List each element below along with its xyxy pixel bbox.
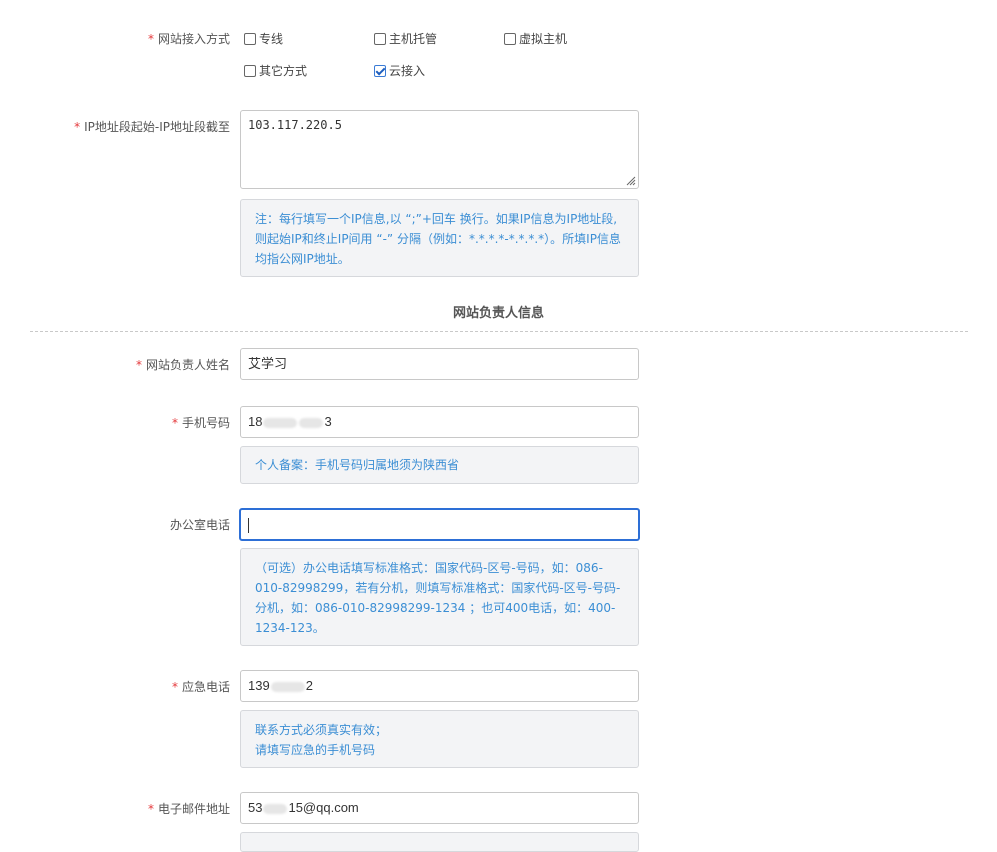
checkbox-label: 其它方式 xyxy=(259,64,308,78)
text-caret xyxy=(248,518,249,534)
mobile-input[interactable]: 18 3 xyxy=(240,406,639,438)
note-line: 请填写应急的手机号码 xyxy=(255,743,376,757)
ip-range-textarea[interactable]: 103.117.220.5 xyxy=(240,110,639,189)
mobile-value-start: 18 xyxy=(248,414,263,429)
required-mark: * xyxy=(147,802,154,816)
office-phone-note: （可选）办公电话填写标准格式：国家代码-区号-号码，如：086-010-8299… xyxy=(240,548,639,646)
email-note-partial xyxy=(240,832,639,852)
email-value-start: 53 xyxy=(248,800,263,815)
office-phone-input[interactable] xyxy=(239,508,640,541)
required-mark: * xyxy=(147,32,154,46)
emergency-value-start: 139 xyxy=(248,678,270,693)
checkbox-hosting[interactable]: 主机托管 xyxy=(374,30,437,47)
checkbox-other[interactable]: 其它方式 xyxy=(244,62,307,79)
ip-range-value: 103.117.220.5 xyxy=(248,118,342,132)
resize-handle-icon[interactable] xyxy=(626,176,636,186)
redaction-blur xyxy=(270,681,305,692)
redaction-blur xyxy=(263,417,298,428)
redaction-blur xyxy=(299,417,324,428)
office-phone-label: 办公室电话 xyxy=(169,518,230,532)
ip-range-label: * IP地址段起始-IP地址段截至 xyxy=(74,120,230,134)
mobile-label: * 手机号码 xyxy=(171,416,230,430)
required-mark: * xyxy=(74,120,81,134)
emergency-phone-label: * 应急电话 xyxy=(171,680,230,694)
checkbox-checked-icon[interactable] xyxy=(374,64,386,77)
ip-range-note: 注：每行填写一个IP信息,以 “;”+回车 换行。如果IP信息为IP地址段,则起… xyxy=(240,199,639,277)
section-divider xyxy=(30,331,968,332)
checkbox-cloud-access[interactable]: 云接入 xyxy=(374,62,425,79)
mobile-note: 个人备案：手机号码归属地须为陕西省 xyxy=(240,446,639,484)
checkbox-icon[interactable] xyxy=(504,32,516,45)
access-method-label: * 网站接入方式 xyxy=(147,32,230,46)
email-value-end: 15@qq.com xyxy=(288,800,359,815)
owner-name-input[interactable]: 艾学习 xyxy=(240,348,639,380)
note-line: 联系方式必须真实有效； xyxy=(255,723,388,737)
redaction-blur xyxy=(263,803,288,814)
checkbox-icon[interactable] xyxy=(244,32,256,45)
checkbox-label: 专线 xyxy=(259,32,284,46)
section-title: 网站负责人信息 xyxy=(452,306,544,321)
checkbox-label: 主机托管 xyxy=(389,32,438,46)
email-input[interactable]: 53 15@qq.com xyxy=(240,792,639,824)
emergency-value-end: 2 xyxy=(305,678,313,693)
required-mark: * xyxy=(135,358,142,372)
checkbox-virtual-host[interactable]: 虚拟主机 xyxy=(504,30,567,47)
required-mark: * xyxy=(171,680,178,694)
checkbox-icon[interactable] xyxy=(374,32,386,45)
owner-name-value: 艾学习 xyxy=(248,356,288,371)
checkbox-dedicated-line[interactable]: 专线 xyxy=(244,30,283,47)
emergency-phone-note: 联系方式必须真实有效； 请填写应急的手机号码 xyxy=(240,710,639,768)
mobile-value-end: 3 xyxy=(324,414,332,429)
owner-name-label: * 网站负责人姓名 xyxy=(135,358,230,372)
checkbox-label: 虚拟主机 xyxy=(519,32,568,46)
email-label: * 电子邮件地址 xyxy=(147,802,230,816)
required-mark: * xyxy=(171,416,178,430)
checkbox-icon[interactable] xyxy=(244,64,256,77)
emergency-phone-input[interactable]: 139 2 xyxy=(240,670,639,702)
checkbox-label: 云接入 xyxy=(389,64,426,78)
